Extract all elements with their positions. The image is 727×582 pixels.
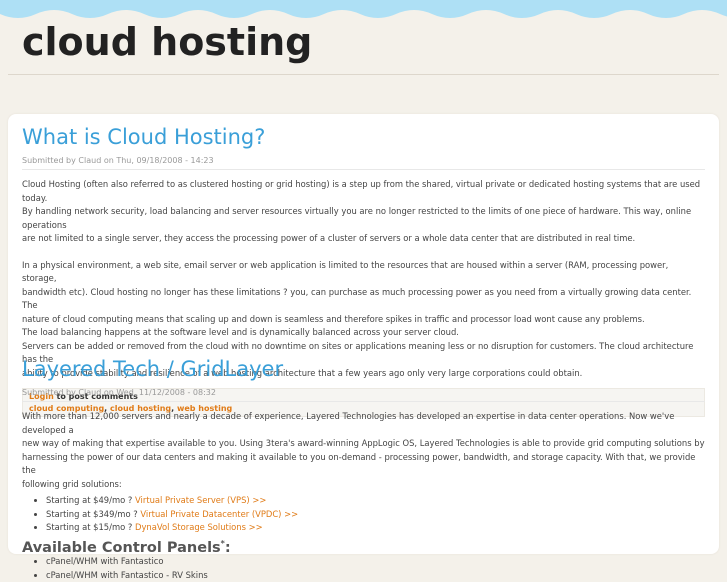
site-header: cloud hosting	[8, 18, 719, 75]
node-body: Cloud Hosting (often also referred to as…	[22, 178, 705, 380]
offer-link[interactable]: DynaVol Storage Solutions >>	[135, 522, 263, 532]
node-layered-tech: Layered Tech / GridLayer Submitted by Cl…	[22, 356, 705, 582]
body-line: With more than 12,000 servers and nearly…	[22, 411, 675, 435]
site-title[interactable]: cloud hosting	[22, 20, 312, 64]
sky-banner	[0, 0, 727, 18]
offer-link[interactable]: Virtual Private Datacenter (VPDC) >>	[140, 509, 298, 519]
node-body: With more than 12,000 servers and nearly…	[22, 410, 705, 582]
control-panels-heading: Available Control Panels*:	[22, 538, 231, 556]
body-line: harnessing the power of our data centers…	[22, 451, 696, 476]
body-line: nature of cloud computing means that sca…	[22, 313, 645, 324]
node-title[interactable]: What is Cloud Hosting?	[22, 124, 705, 150]
list-item: cPanel/WHM with Fantastico	[46, 555, 705, 569]
body-line: The load balancing happens at the softwa…	[22, 327, 459, 337]
list-item: Starting at $349/mo ? Virtual Private Da…	[46, 508, 705, 522]
list-item: Starting at $15/mo ? DynaVol Storage Sol…	[46, 521, 705, 535]
body-line: Cloud Hosting (often also referred to as…	[22, 179, 701, 203]
body-line: By handling network security, load balan…	[22, 206, 692, 230]
list-item: cPanel/WHM with Fantastico - RV Skins	[46, 569, 705, 582]
body-line: following grid solutions:	[22, 478, 122, 489]
list-item: Starting at $49/mo ? Virtual Private Ser…	[46, 494, 705, 508]
submitted-info: Submitted by Claud on Wed, 11/12/2008 - …	[22, 388, 705, 402]
body-line: are not limited to a single server, they…	[22, 233, 636, 243]
body-line: new way of making that expertise availab…	[22, 438, 705, 448]
body-line: In a physical environment, a web site, e…	[22, 259, 669, 284]
offer-link[interactable]: Virtual Private Server (VPS) >>	[135, 495, 266, 505]
content-panel: What is Cloud Hosting? Submitted by Clau…	[8, 114, 719, 580]
control-panel-list: cPanel/WHM with Fantastico cPanel/WHM wi…	[22, 555, 705, 582]
offer-list: Starting at $49/mo ? Virtual Private Ser…	[22, 494, 705, 535]
body-line: bandwidth etc). Cloud hosting no longer …	[22, 286, 692, 311]
submitted-info: Submitted by Claud on Thu, 09/18/2008 - …	[22, 156, 705, 170]
node-title[interactable]: Layered Tech / GridLayer	[22, 356, 705, 382]
cloud-border-decoration	[0, 10, 727, 18]
